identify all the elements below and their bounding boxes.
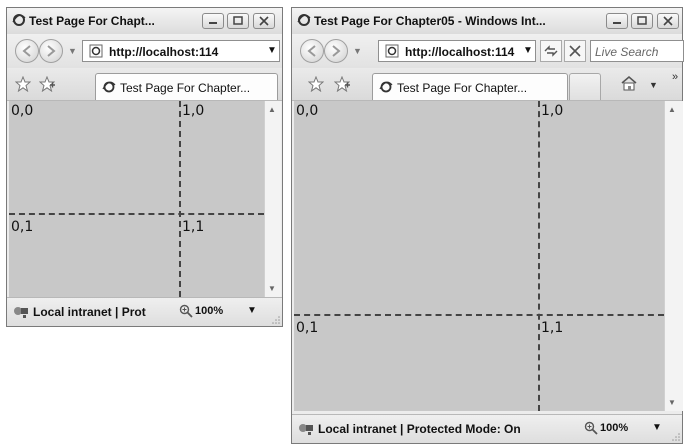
grid-vertical-divider (538, 101, 540, 411)
ie-logo-icon (12, 14, 26, 26)
address-bar[interactable]: http://localhost:114 ▼ (378, 40, 536, 62)
minimize-button[interactable] (606, 13, 628, 29)
add-favorites-icon[interactable] (39, 76, 55, 92)
zoom-level[interactable]: 100% (195, 305, 223, 317)
maximize-icon (637, 16, 647, 25)
back-button[interactable] (300, 39, 324, 63)
vertical-scrollbar[interactable]: ▲ ▼ (264, 101, 281, 297)
recent-pages-dropdown-icon[interactable]: ▼ (353, 46, 362, 56)
window-title: Test Page For Chapter05 - Windows Int... (314, 14, 546, 28)
minimize-button[interactable] (202, 13, 224, 29)
maximize-button[interactable] (227, 13, 249, 29)
tab-label: Test Page For Chapter... (120, 81, 251, 95)
maximize-icon (233, 16, 243, 25)
forward-button[interactable] (39, 39, 63, 63)
browser-window-small: Test Page For Chapt... ▼ http://localhos… (6, 7, 283, 327)
grid-vertical-divider (179, 101, 181, 297)
status-bar: Local intranet | Prot 100% ▼ (7, 297, 282, 326)
security-zone-text[interactable]: Local intranet | Prot (33, 305, 169, 319)
add-favorites-icon[interactable] (334, 76, 350, 92)
cell-label-1-0: 1,0 (541, 103, 564, 119)
zoom-dropdown-icon[interactable]: ▼ (247, 305, 257, 316)
cell-label-1-1: 1,1 (182, 219, 205, 235)
tab-test-page[interactable]: Test Page For Chapter... (372, 73, 568, 100)
address-bar[interactable]: http://localhost:114 ▼ (82, 40, 280, 62)
cell-label-0-1: 0,1 (11, 219, 34, 235)
local-intranet-icon (14, 307, 28, 318)
address-dropdown-icon[interactable]: ▼ (523, 45, 533, 56)
zoom-level[interactable]: 100% (600, 422, 628, 434)
home-dropdown-icon[interactable]: ▼ (649, 80, 658, 90)
zoom-icon (584, 421, 598, 435)
grid-horizontal-divider (294, 314, 664, 316)
tab-bar: Test Page For Chapter... ▼ » (292, 68, 682, 101)
page-content: 0,0 1,0 0,1 1,1 (9, 101, 264, 297)
page-icon (89, 44, 103, 58)
resize-grip-icon[interactable] (672, 433, 680, 441)
cell-label-1-0: 1,0 (182, 103, 205, 119)
tab-ie-icon (379, 81, 393, 93)
maximize-button[interactable] (631, 13, 653, 29)
vertical-scrollbar[interactable]: ▲ ▼ (664, 101, 683, 411)
ie-logo-icon (297, 14, 311, 26)
address-text: http://localhost:114 (405, 45, 515, 59)
tab-label: Test Page For Chapter... (397, 81, 528, 95)
grid-horizontal-divider (9, 213, 264, 215)
page-icon (385, 44, 399, 58)
close-button[interactable] (657, 13, 679, 29)
new-tab-button[interactable] (569, 73, 601, 100)
title-bar[interactable]: Test Page For Chapter05 - Windows Int... (292, 8, 682, 35)
refresh-icon (544, 45, 558, 57)
stop-icon (569, 45, 581, 57)
home-icon[interactable] (620, 75, 638, 91)
cell-label-1-1: 1,1 (541, 320, 564, 336)
cell-label-0-1: 0,1 (296, 320, 319, 336)
local-intranet-icon (299, 424, 313, 435)
scroll-up-icon[interactable]: ▲ (268, 105, 276, 114)
scroll-down-icon[interactable]: ▼ (668, 398, 676, 407)
browser-window-large: Test Page For Chapter05 - Windows Int...… (291, 7, 684, 444)
forward-button[interactable] (324, 39, 348, 63)
navigation-bar: ▼ http://localhost:114 ▼ Live Search (292, 34, 684, 68)
more-tools-icon[interactable]: » (672, 71, 678, 83)
search-input[interactable]: Live Search (590, 40, 684, 62)
close-icon (259, 16, 269, 26)
stop-button[interactable] (564, 40, 586, 62)
forward-arrow-icon (332, 45, 341, 57)
cell-label-0-0: 0,0 (296, 103, 319, 119)
back-arrow-icon (307, 45, 316, 57)
zoom-dropdown-icon[interactable]: ▼ (652, 422, 662, 433)
security-zone-text[interactable]: Local intranet | Protected Mode: On (318, 422, 568, 436)
resize-grip-icon[interactable] (272, 316, 280, 324)
cell-label-0-0: 0,0 (11, 103, 34, 119)
navigation-bar: ▼ http://localhost:114 ▼ (7, 34, 282, 68)
back-arrow-icon (22, 45, 31, 57)
title-bar[interactable]: Test Page For Chapt... (7, 8, 282, 35)
close-icon (663, 16, 673, 26)
favorites-star-icon[interactable] (15, 76, 31, 92)
window-title: Test Page For Chapt... (29, 14, 155, 28)
zoom-icon (179, 304, 193, 318)
page-content: 0,0 1,0 0,1 1,1 (294, 101, 664, 411)
favorites-star-icon[interactable] (308, 76, 324, 92)
minimize-icon (613, 22, 621, 24)
address-dropdown-icon[interactable]: ▼ (267, 45, 277, 56)
scroll-up-icon[interactable]: ▲ (668, 105, 676, 114)
refresh-button[interactable] (540, 40, 562, 62)
tab-bar: Test Page For Chapter... (7, 68, 282, 101)
search-placeholder: Live Search (595, 45, 659, 59)
minimize-icon (209, 22, 217, 24)
back-button[interactable] (15, 39, 39, 63)
recent-pages-dropdown-icon[interactable]: ▼ (68, 46, 77, 56)
tab-ie-icon (102, 81, 116, 93)
scroll-down-icon[interactable]: ▼ (268, 284, 276, 293)
address-text: http://localhost:114 (109, 45, 219, 59)
status-bar: Local intranet | Protected Mode: On 100%… (292, 414, 682, 443)
close-button[interactable] (253, 13, 275, 29)
tab-test-page[interactable]: Test Page For Chapter... (95, 73, 278, 100)
forward-arrow-icon (47, 45, 56, 57)
